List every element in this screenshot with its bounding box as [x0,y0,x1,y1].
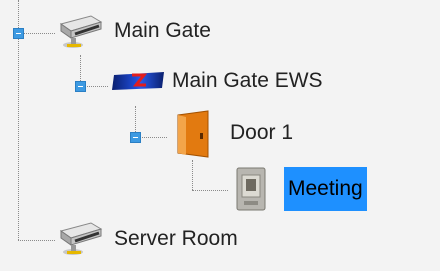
tree-connector [23,33,55,34]
collapse-toggle[interactable] [130,132,141,143]
door-icon [172,109,216,159]
controller-device-icon [110,70,166,92]
collapse-toggle[interactable] [75,81,86,92]
tree-node-label[interactable]: Server Room [114,224,238,254]
device-tree: Main Gate Main Gate EWS Door 1 Meeting S… [0,0,440,271]
tree-node-label[interactable]: Main Gate [114,16,211,46]
network-hub-icon [55,221,105,257]
tree-connector [80,55,81,81]
collapse-toggle[interactable] [13,28,24,39]
tree-node-label[interactable]: Main Gate EWS [172,66,323,96]
tree-connector [85,86,108,87]
tree-node-label[interactable]: Door 1 [230,118,293,148]
card-reader-icon [234,166,268,212]
tree-connector [192,160,193,190]
minus-icon [133,137,138,138]
minus-icon [78,86,83,87]
minus-icon [16,33,21,34]
tree-connector [18,240,55,241]
tree-connector [135,106,136,132]
network-hub-icon [55,14,105,50]
tree-connector [192,190,228,191]
tree-node-label-selected[interactable]: Meeting [284,167,367,211]
tree-connector [140,137,167,138]
